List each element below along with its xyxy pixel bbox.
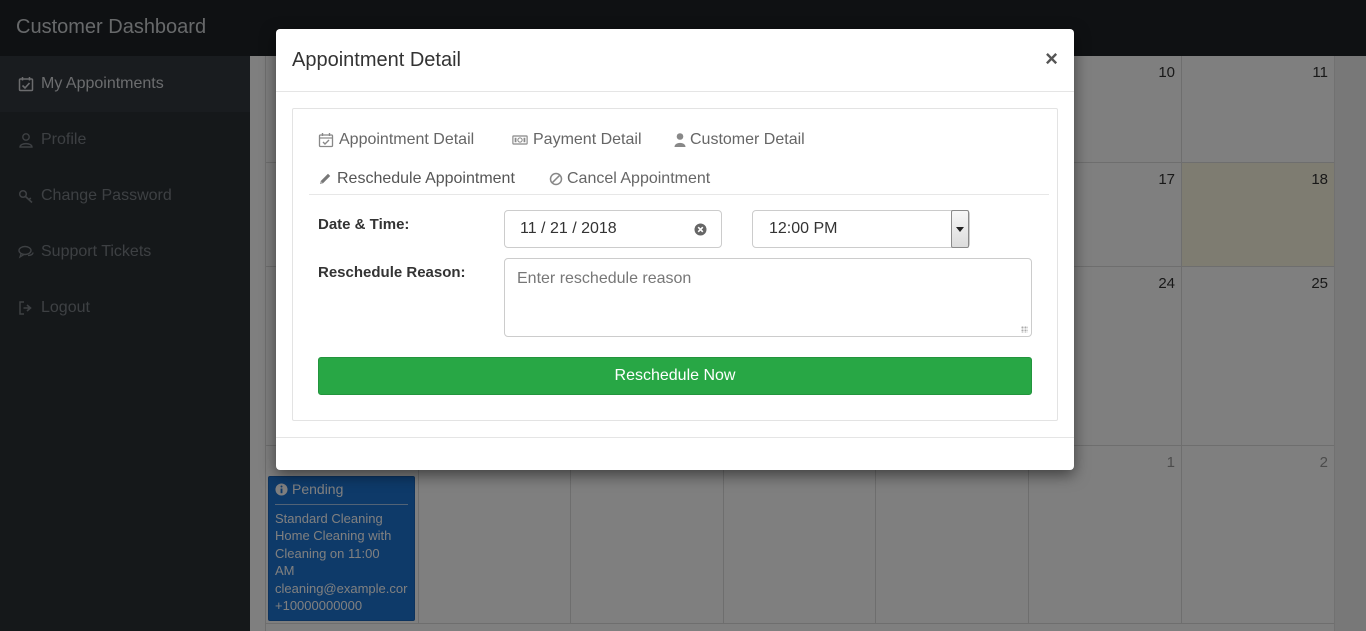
tab-label: Cancel Appointment (567, 170, 711, 187)
chevron-down-icon[interactable] (951, 210, 969, 248)
clear-date-icon[interactable] (694, 223, 707, 236)
close-button[interactable]: × (1045, 47, 1058, 71)
appointment-detail-modal: Appointment Detail × Appointment Detail … (276, 29, 1074, 470)
money-icon (512, 132, 528, 148)
tab-cancel-appointment[interactable]: Cancel Appointment (549, 170, 710, 188)
modal-header: Appointment Detail × (276, 29, 1074, 92)
modal-footer (276, 437, 1074, 470)
reschedule-reason-label: Reschedule Reason: (318, 264, 466, 281)
resize-handle-icon[interactable] (1021, 326, 1028, 333)
modal-title: Appointment Detail (292, 49, 461, 71)
date-time-label: Date & Time: (318, 216, 410, 233)
date-value: 11 / 21 / 2018 (520, 220, 617, 237)
tab-label: Customer Detail (690, 131, 805, 148)
reason-placeholder: Enter reschedule reason (517, 270, 692, 287)
user-icon (674, 132, 686, 148)
reschedule-reason-textarea[interactable]: Enter reschedule reason (504, 258, 1032, 337)
tab-label: Reschedule Appointment (337, 170, 515, 187)
tab-reschedule-appointment[interactable]: Reschedule Appointment (318, 170, 515, 188)
date-input[interactable]: 11 / 21 / 2018 (504, 210, 722, 248)
tab-panel: Appointment Detail Payment Detail Custom… (292, 108, 1058, 421)
time-value: 12:00 PM (769, 220, 838, 237)
ban-icon (549, 171, 563, 187)
pencil-icon (318, 171, 332, 187)
tab-appointment-detail[interactable]: Appointment Detail (318, 131, 474, 149)
calendar-check-icon (318, 132, 334, 148)
tabs-divider (309, 194, 1049, 195)
reschedule-now-button[interactable]: Reschedule Now (318, 357, 1032, 395)
tab-payment-detail[interactable]: Payment Detail (512, 131, 642, 149)
time-select[interactable]: 12:00 PM (752, 210, 970, 248)
tab-customer-detail[interactable]: Customer Detail (674, 131, 805, 149)
tab-label: Appointment Detail (339, 131, 475, 148)
tab-label: Payment Detail (533, 131, 642, 148)
